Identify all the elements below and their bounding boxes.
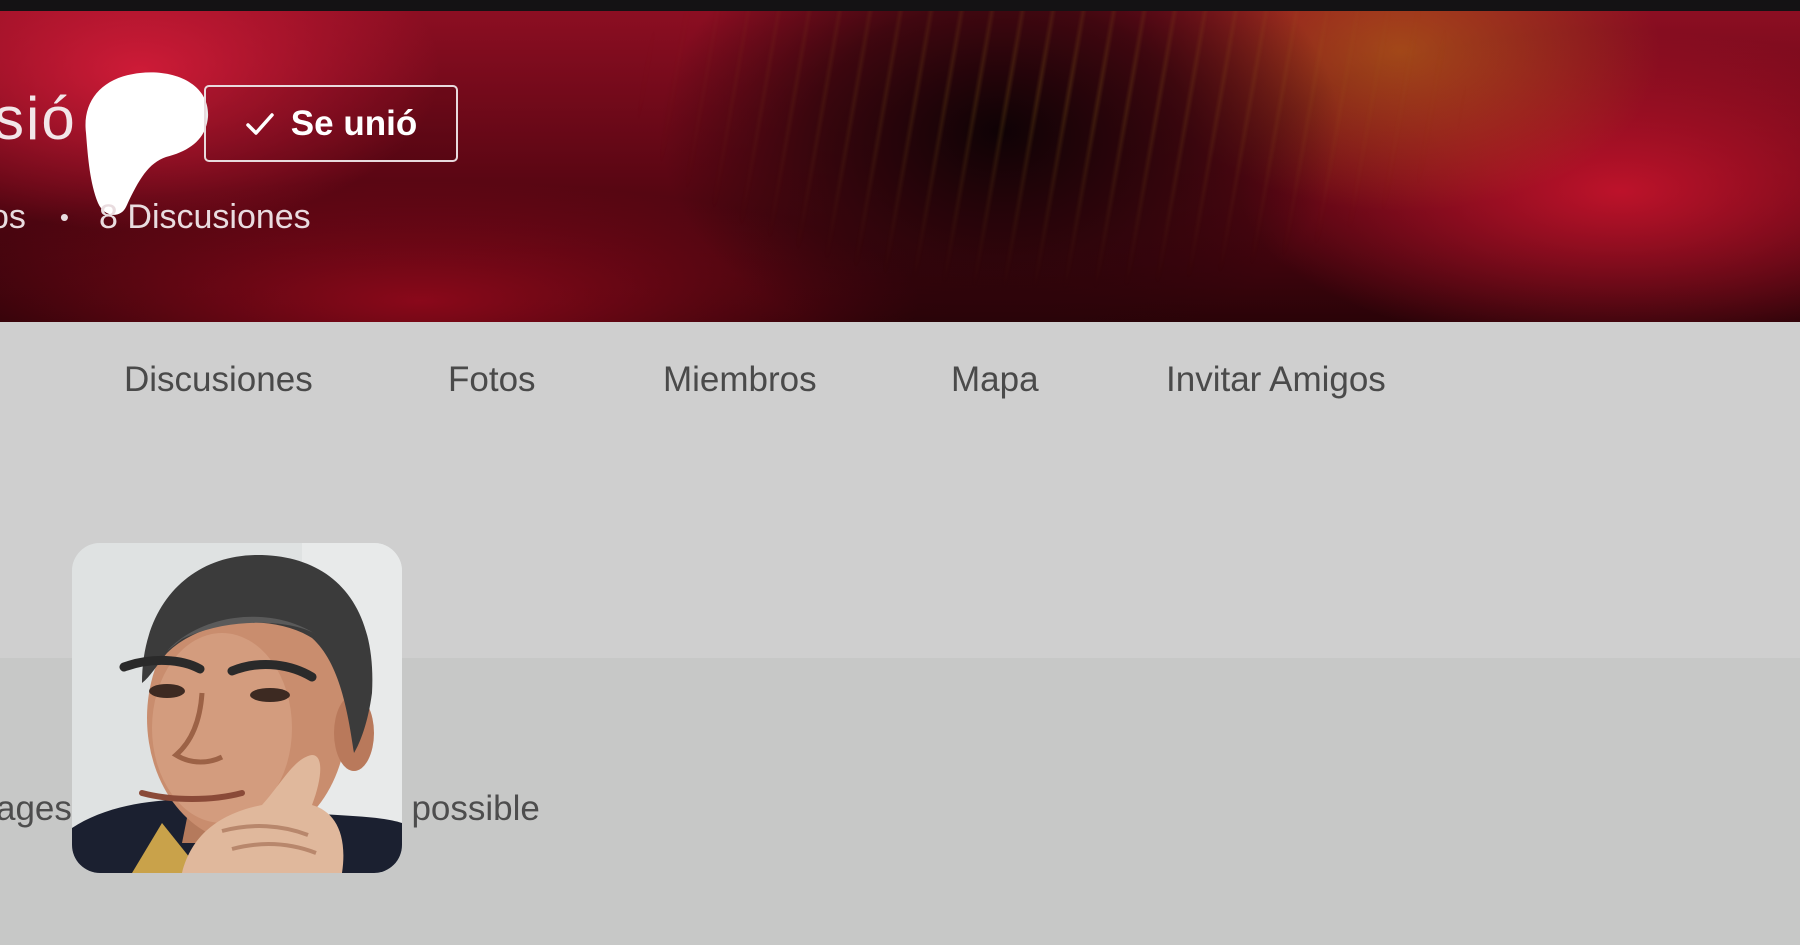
description-text-left: ages (0, 789, 72, 828)
check-icon (246, 112, 274, 135)
members-count[interactable]: os (0, 198, 26, 237)
top-strip (0, 0, 1800, 11)
user-photo-icon (72, 543, 402, 873)
description-text-right: t possible (392, 789, 540, 828)
banner-texture (600, 11, 1500, 322)
tab-members[interactable]: Miembros (663, 360, 817, 400)
tab-photos[interactable]: Fotos (448, 360, 536, 400)
joined-button-label: Se unió (290, 103, 418, 143)
redaction-mark (85, 72, 209, 215)
tab-invite-friends[interactable]: Invitar Amigos (1166, 360, 1386, 400)
discussions-count[interactable]: 8 Discusiones (99, 198, 311, 237)
group-stats: os • 8 Discusiones (0, 198, 311, 237)
stats-separator: • (59, 202, 70, 232)
group-banner (0, 11, 1800, 322)
group-title: sió (0, 85, 77, 152)
joined-button[interactable]: Se unió (204, 85, 458, 162)
tab-map[interactable]: Mapa (951, 360, 1039, 400)
tab-discussions[interactable]: Discusiones (124, 360, 313, 400)
member-avatar[interactable] (72, 543, 402, 873)
